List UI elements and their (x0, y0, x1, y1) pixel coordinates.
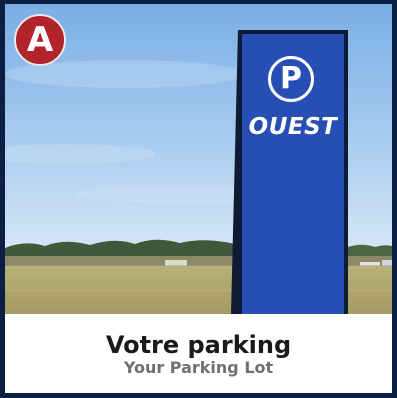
card-subtitle: Your Parking Lot (123, 358, 274, 377)
caption: Votre parking Your Parking Lot (5, 314, 392, 393)
parking-p-letter: P (280, 61, 302, 96)
parking-sign: P OUEST (242, 34, 344, 314)
card-title: Votre parking (105, 331, 292, 359)
badge-letter: A (26, 20, 54, 60)
parking-p-icon: P (268, 56, 314, 102)
parking-card[interactable]: P OUEST A Votre parking Your Parking Lot (5, 4, 392, 393)
location-letter-badge: A (14, 14, 66, 66)
sign-text: OUEST (248, 114, 338, 140)
